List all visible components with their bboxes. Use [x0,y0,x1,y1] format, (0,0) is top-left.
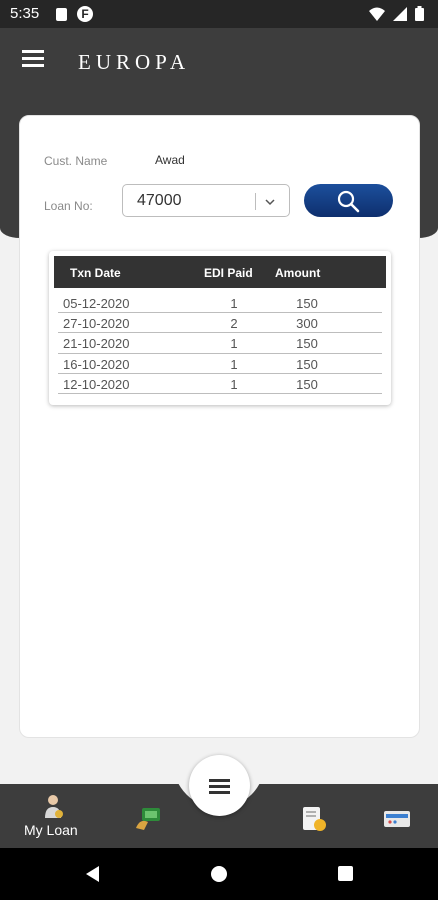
card-reader-icon[interactable] [383,806,411,832]
search-icon [337,190,360,213]
status-bar: 5:35 F [0,0,438,28]
wifi-icon [369,7,385,21]
home-icon[interactable] [211,866,227,882]
table-row: 05-12-2020 1 150 [58,293,382,314]
document-coin-icon[interactable] [300,806,328,832]
recent-apps-icon[interactable] [338,866,353,881]
menu-icon [209,779,230,797]
signal-icon [393,6,407,21]
battery-icon [415,6,424,21]
column-header-txn-date: Txn Date [70,266,121,280]
column-header-edi-paid: EDI Paid [204,266,253,280]
amount-cell: 150 [296,336,318,352]
hamburger-menu-icon[interactable] [22,50,44,68]
edi-paid-cell: 2 [230,316,238,332]
search-button[interactable] [304,184,393,217]
txn-date-cell: 05-12-2020 [63,296,130,311]
my-loan-label: My Loan [24,822,78,838]
edi-paid-cell: 1 [230,336,238,352]
txn-date-cell: 21-10-2020 [63,336,130,352]
center-menu-button[interactable] [189,755,250,816]
system-navigation-bar [0,848,438,900]
chevron-down-icon [265,199,275,206]
edi-paid-cell: 1 [230,356,238,372]
payment-icon[interactable] [134,806,162,832]
edi-paid-cell: 1 [230,376,238,392]
user-coin-icon [45,795,63,818]
cust-name-value: Awad [155,153,185,167]
amount-cell: 300 [296,316,318,332]
table-header: Txn Date EDI Paid Amount [54,256,386,288]
txn-date-cell: 16-10-2020 [63,356,130,372]
status-time: 5:35 [10,5,40,22]
table-body: 05-12-2020 1 150 27-10-2020 2 300 21-10-… [58,293,382,394]
sim-card-icon [56,8,67,21]
txn-date-cell: 12-10-2020 [63,376,130,392]
transaction-table: Txn Date EDI Paid Amount 05-12-2020 1 15… [49,251,391,405]
cust-name-label: Cust. Name [44,154,108,168]
amount-cell: 150 [296,376,318,392]
notification-app-icon: F [77,6,93,22]
txn-date-cell: 27-10-2020 [63,316,130,332]
amount-cell: 150 [296,356,318,372]
column-header-amount: Amount [275,266,321,280]
loan-details-card: Cust. Name Awad Loan No: 47000 Txn Date … [19,115,420,738]
loan-no-label: Loan No: [44,199,93,213]
table-row: 12-10-2020 1 150 [58,374,382,394]
table-row: 21-10-2020 1 150 [58,333,382,354]
nav-my-loan[interactable]: My Loan [18,784,90,848]
dropdown-divider [255,193,256,210]
amount-cell: 150 [296,296,318,311]
back-icon[interactable] [86,866,99,882]
table-row: 27-10-2020 2 300 [58,313,382,334]
brand-logo: EUROPA [78,50,191,74]
table-row: 16-10-2020 1 150 [58,354,382,374]
loan-no-value: 47000 [137,192,182,209]
edi-paid-cell: 1 [230,296,238,311]
loan-no-dropdown[interactable]: 47000 [122,184,290,217]
